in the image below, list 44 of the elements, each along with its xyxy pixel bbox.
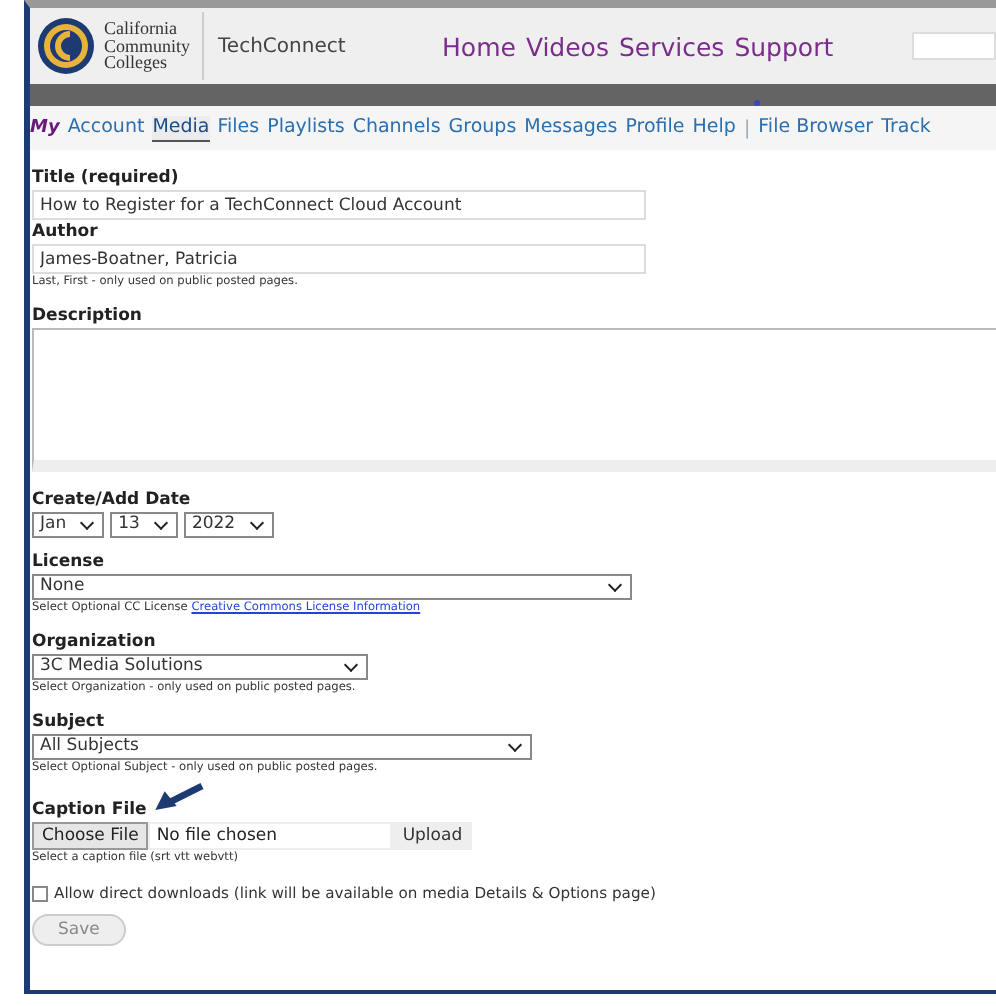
subject-select[interactable]: All Subjects [32,734,532,760]
field-label: Subject [32,710,107,734]
college-name: California [104,20,179,38]
tab[interactable]: Profile [625,115,685,141]
tab[interactable]: Help [692,115,736,141]
checkbox[interactable] [32,885,48,901]
year-select[interactable]: 2022 [183,512,274,538]
indicator-dot [754,100,760,106]
license-select[interactable]: None [32,574,632,600]
month-select[interactable]: Jan [32,512,105,538]
upload-button[interactable]: Upload [392,822,473,850]
search-field[interactable] [912,32,996,60]
college-name: Colleges [104,54,167,72]
tab[interactable]: Account [67,115,145,141]
nav-link[interactable]: Services [618,31,725,61]
field-label: Author [32,220,100,244]
field-label: License [32,550,107,574]
organization-select[interactable]: 3C Media Solutions [32,654,368,680]
tab[interactable]: Groups [448,115,517,141]
nav-link[interactable]: Videos [525,31,609,61]
tab[interactable]: Messages [524,115,618,141]
tab[interactable]: Playlists [267,115,345,141]
field-label: Organization [32,630,158,654]
day-select[interactable]: 13 [110,512,178,538]
tab[interactable]: File Browser [758,115,874,141]
field-label: Title (required) [32,166,181,190]
tab[interactable]: Files [217,115,260,141]
title-field[interactable]: How to Register for a TechConnect Cloud Account [32,190,646,220]
tab-separator: | [743,117,751,139]
nav-link[interactable]: Support [734,31,834,61]
file-status: No file chosen [148,822,393,850]
field-label: Create/Add Date [32,488,193,512]
tab[interactable]: Channels [352,115,441,141]
field-label: Caption File [32,798,147,822]
site-name: TechConnect [218,35,348,57]
choose-file-button[interactable]: Choose File [32,822,149,850]
tab[interactable]: Media [152,115,210,141]
college-name: Community [104,37,191,55]
description-field[interactable] [32,328,996,472]
tab[interactable]: Track [881,115,931,141]
nav-link[interactable]: Home [442,31,516,61]
college-seal-icon [36,16,96,76]
field-label: Description [32,304,144,328]
my-label: My [30,118,60,138]
